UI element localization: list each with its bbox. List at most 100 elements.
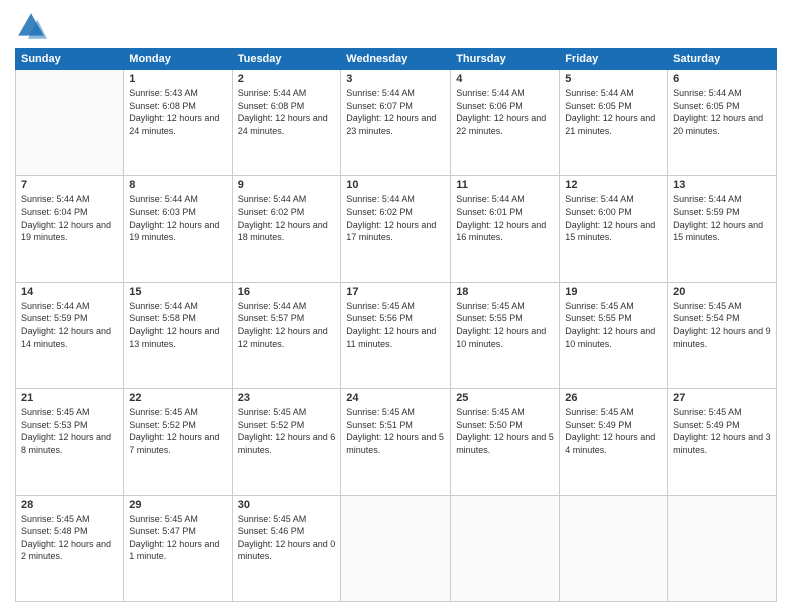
- day-info: Sunrise: 5:45 AM Sunset: 5:46 PM Dayligh…: [238, 513, 336, 563]
- day-cell: 18 Sunrise: 5:45 AM Sunset: 5:55 PM Dayli…: [451, 282, 560, 388]
- page: SundayMondayTuesdayWednesdayThursdayFrid…: [0, 0, 792, 612]
- day-number: 13: [673, 179, 771, 191]
- day-info: Sunrise: 5:45 AM Sunset: 5:47 PM Dayligh…: [129, 513, 226, 563]
- day-info: Sunrise: 5:43 AM Sunset: 6:08 PM Dayligh…: [129, 87, 226, 137]
- day-info: Sunrise: 5:44 AM Sunset: 6:05 PM Dayligh…: [565, 87, 662, 137]
- day-cell: 24 Sunrise: 5:45 AM Sunset: 5:51 PM Dayli…: [341, 389, 451, 495]
- day-cell: 20 Sunrise: 5:45 AM Sunset: 5:54 PM Dayli…: [668, 282, 777, 388]
- day-info: Sunrise: 5:44 AM Sunset: 5:58 PM Dayligh…: [129, 300, 226, 350]
- day-cell: 7Sunrise: 5:44 AM Sunset: 6:04 PM Daylig…: [16, 176, 124, 282]
- week-row-2: 7Sunrise: 5:44 AM Sunset: 6:04 PM Daylig…: [16, 176, 777, 282]
- weekday-header-friday: Friday: [560, 49, 668, 70]
- day-info: Sunrise: 5:44 AM Sunset: 6:03 PM Dayligh…: [129, 193, 226, 243]
- weekday-header-monday: Monday: [124, 49, 232, 70]
- day-number: 7: [21, 179, 118, 191]
- day-info: Sunrise: 5:44 AM Sunset: 6:05 PM Dayligh…: [673, 87, 771, 137]
- day-info: Sunrise: 5:44 AM Sunset: 5:59 PM Dayligh…: [673, 193, 771, 243]
- day-info: Sunrise: 5:45 AM Sunset: 5:50 PM Dayligh…: [456, 406, 554, 456]
- day-cell: 14 Sunrise: 5:44 AM Sunset: 5:59 PM Dayli…: [16, 282, 124, 388]
- day-cell: 27 Sunrise: 5:45 AM Sunset: 5:49 PM Dayli…: [668, 389, 777, 495]
- day-number: 27: [673, 392, 771, 404]
- day-number: 24: [346, 392, 445, 404]
- day-cell: [451, 495, 560, 601]
- week-row-5: 28 Sunrise: 5:45 AM Sunset: 5:48 PM Dayli…: [16, 495, 777, 601]
- weekday-header-sunday: Sunday: [16, 49, 124, 70]
- day-number: 5: [565, 73, 662, 85]
- day-number: 1: [129, 73, 226, 85]
- day-number: 21: [21, 392, 118, 404]
- day-cell: 5 Sunrise: 5:44 AM Sunset: 6:05 PM Daylig…: [560, 70, 668, 176]
- day-info: Sunrise: 5:44 AM Sunset: 6:02 PM Dayligh…: [346, 193, 445, 243]
- day-number: 20: [673, 286, 771, 298]
- day-info: Sunrise: 5:45 AM Sunset: 5:56 PM Dayligh…: [346, 300, 445, 350]
- day-info: Sunrise: 5:45 AM Sunset: 5:52 PM Dayligh…: [129, 406, 226, 456]
- day-cell: 30 Sunrise: 5:45 AM Sunset: 5:46 PM Dayli…: [232, 495, 341, 601]
- week-row-1: 1 Sunrise: 5:43 AM Sunset: 6:08 PM Daylig…: [16, 70, 777, 176]
- day-info: Sunrise: 5:45 AM Sunset: 5:49 PM Dayligh…: [673, 406, 771, 456]
- day-cell: [16, 70, 124, 176]
- day-number: 11: [456, 179, 554, 191]
- day-cell: 17Sunrise: 5:45 AM Sunset: 5:56 PM Dayli…: [341, 282, 451, 388]
- day-cell: 26 Sunrise: 5:45 AM Sunset: 5:49 PM Dayli…: [560, 389, 668, 495]
- day-cell: 8 Sunrise: 5:44 AM Sunset: 6:03 PM Daylig…: [124, 176, 232, 282]
- day-info: Sunrise: 5:44 AM Sunset: 6:07 PM Dayligh…: [346, 87, 445, 137]
- day-cell: 3 Sunrise: 5:44 AM Sunset: 6:07 PM Daylig…: [341, 70, 451, 176]
- day-cell: [560, 495, 668, 601]
- day-info: Sunrise: 5:44 AM Sunset: 6:01 PM Dayligh…: [456, 193, 554, 243]
- day-info: Sunrise: 5:45 AM Sunset: 5:55 PM Dayligh…: [565, 300, 662, 350]
- day-number: 28: [21, 499, 118, 511]
- day-cell: 21 Sunrise: 5:45 AM Sunset: 5:53 PM Dayli…: [16, 389, 124, 495]
- day-info: Sunrise: 5:45 AM Sunset: 5:49 PM Dayligh…: [565, 406, 662, 456]
- day-info: Sunrise: 5:44 AM Sunset: 6:02 PM Dayligh…: [238, 193, 336, 243]
- day-cell: 4 Sunrise: 5:44 AM Sunset: 6:06 PM Daylig…: [451, 70, 560, 176]
- day-cell: 10Sunrise: 5:44 AM Sunset: 6:02 PM Dayli…: [341, 176, 451, 282]
- day-cell: 9 Sunrise: 5:44 AM Sunset: 6:02 PM Daylig…: [232, 176, 341, 282]
- week-row-4: 21 Sunrise: 5:45 AM Sunset: 5:53 PM Dayli…: [16, 389, 777, 495]
- day-number: 29: [129, 499, 226, 511]
- day-number: 22: [129, 392, 226, 404]
- day-cell: 19 Sunrise: 5:45 AM Sunset: 5:55 PM Dayli…: [560, 282, 668, 388]
- header: [15, 10, 777, 42]
- day-number: 12: [565, 179, 662, 191]
- day-number: 19: [565, 286, 662, 298]
- day-cell: 29 Sunrise: 5:45 AM Sunset: 5:47 PM Dayli…: [124, 495, 232, 601]
- day-info: Sunrise: 5:44 AM Sunset: 6:00 PM Dayligh…: [565, 193, 662, 243]
- day-info: Sunrise: 5:44 AM Sunset: 5:59 PM Dayligh…: [21, 300, 118, 350]
- day-cell: 2 Sunrise: 5:44 AM Sunset: 6:08 PM Daylig…: [232, 70, 341, 176]
- day-number: 15: [129, 286, 226, 298]
- day-cell: 13 Sunrise: 5:44 AM Sunset: 5:59 PM Dayli…: [668, 176, 777, 282]
- day-info: Sunrise: 5:44 AM Sunset: 5:57 PM Dayligh…: [238, 300, 336, 350]
- day-info: Sunrise: 5:45 AM Sunset: 5:53 PM Dayligh…: [21, 406, 118, 456]
- day-number: 14: [21, 286, 118, 298]
- weekday-header-thursday: Thursday: [451, 49, 560, 70]
- day-number: 8: [129, 179, 226, 191]
- day-number: 2: [238, 73, 336, 85]
- day-cell: 25 Sunrise: 5:45 AM Sunset: 5:50 PM Dayli…: [451, 389, 560, 495]
- day-number: 25: [456, 392, 554, 404]
- day-number: 4: [456, 73, 554, 85]
- logo-icon: [15, 10, 47, 42]
- day-number: 16: [238, 286, 336, 298]
- day-cell: 1 Sunrise: 5:43 AM Sunset: 6:08 PM Daylig…: [124, 70, 232, 176]
- day-cell: 11 Sunrise: 5:44 AM Sunset: 6:01 PM Dayli…: [451, 176, 560, 282]
- calendar: SundayMondayTuesdayWednesdayThursdayFrid…: [15, 48, 777, 602]
- day-number: 18: [456, 286, 554, 298]
- weekday-header-tuesday: Tuesday: [232, 49, 341, 70]
- day-number: 3: [346, 73, 445, 85]
- day-number: 23: [238, 392, 336, 404]
- day-cell: 28 Sunrise: 5:45 AM Sunset: 5:48 PM Dayli…: [16, 495, 124, 601]
- day-cell: 15 Sunrise: 5:44 AM Sunset: 5:58 PM Dayli…: [124, 282, 232, 388]
- day-number: 26: [565, 392, 662, 404]
- day-info: Sunrise: 5:44 AM Sunset: 6:06 PM Dayligh…: [456, 87, 554, 137]
- day-cell: 12 Sunrise: 5:44 AM Sunset: 6:00 PM Dayli…: [560, 176, 668, 282]
- day-info: Sunrise: 5:45 AM Sunset: 5:54 PM Dayligh…: [673, 300, 771, 350]
- day-info: Sunrise: 5:45 AM Sunset: 5:55 PM Dayligh…: [456, 300, 554, 350]
- day-cell: 22 Sunrise: 5:45 AM Sunset: 5:52 PM Dayli…: [124, 389, 232, 495]
- day-info: Sunrise: 5:45 AM Sunset: 5:51 PM Dayligh…: [346, 406, 445, 456]
- day-info: Sunrise: 5:44 AM Sunset: 6:08 PM Dayligh…: [238, 87, 336, 137]
- day-number: 30: [238, 499, 336, 511]
- day-cell: 6 Sunrise: 5:44 AM Sunset: 6:05 PM Daylig…: [668, 70, 777, 176]
- day-number: 6: [673, 73, 771, 85]
- day-number: 9: [238, 179, 336, 191]
- day-info: Sunrise: 5:45 AM Sunset: 5:48 PM Dayligh…: [21, 513, 118, 563]
